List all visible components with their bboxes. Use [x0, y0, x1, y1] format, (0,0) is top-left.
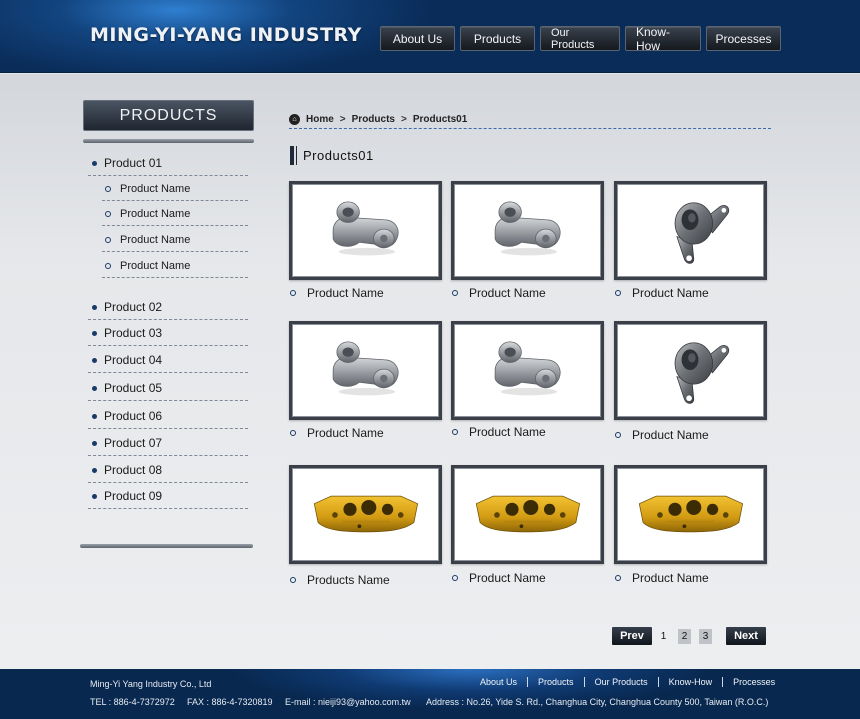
product-name-label[interactable]: Product Name	[451, 570, 603, 586]
sidebar-item-product-01[interactable]: Product 01	[88, 150, 248, 176]
sidebar-item-product-05[interactable]: Product 05	[88, 375, 248, 401]
footer-address: Address : No.26, Yide S. Rd., Changhua C…	[426, 697, 769, 707]
aluminum-casting-icon	[292, 184, 439, 277]
sidebar-item-product-08[interactable]: Product 08	[88, 457, 248, 483]
product-card[interactable]	[451, 465, 604, 564]
breadcrumb-home[interactable]: Home	[306, 114, 334, 125]
steel-bracket-icon	[617, 324, 764, 417]
breadcrumb-separator: >	[400, 113, 407, 125]
aluminum-casting-icon	[454, 324, 601, 417]
product-name-label[interactable]: Products Name	[289, 572, 441, 588]
nav-our-products[interactable]: Our Products	[540, 26, 620, 51]
footer-link-about-us[interactable]: About Us	[470, 677, 527, 687]
sidebar-bottom-divider	[80, 544, 253, 548]
product-name-label[interactable]: Product Name	[614, 570, 766, 586]
breadcrumb-current: Products01	[412, 113, 468, 125]
next-button[interactable]: Next	[726, 627, 766, 645]
brake-caliper-icon	[617, 468, 764, 561]
footer-link-processes[interactable]: Processes	[723, 677, 785, 687]
product-card[interactable]	[289, 465, 442, 564]
footer-link-products[interactable]: Products	[528, 677, 584, 687]
product-name-label[interactable]: Product Name	[614, 285, 766, 301]
product-card[interactable]	[614, 181, 767, 280]
product-card[interactable]	[289, 321, 442, 420]
sidebar-item-product-07[interactable]: Product 07	[88, 430, 248, 456]
nav-about-us[interactable]: About Us	[380, 26, 455, 51]
nav-know-how[interactable]: Know-How	[625, 25, 701, 53]
footer-email[interactable]: E-mail : nieiji93@yahoo.com.tw	[285, 697, 426, 707]
nav-processes[interactable]: Processes	[706, 26, 781, 51]
product-name-label[interactable]: Product Name	[451, 424, 603, 440]
prev-button[interactable]: Prev	[612, 627, 652, 645]
product-card[interactable]	[614, 465, 767, 564]
aluminum-casting-icon	[292, 324, 439, 417]
sidebar-subitem[interactable]: Product Name	[102, 254, 248, 278]
footer: Ming-Yi Yang Industry Co., Ltd About Us …	[0, 669, 860, 719]
product-card[interactable]	[451, 321, 604, 420]
site-logo[interactable]: MING-YI-YANG INDUSTRY	[90, 24, 362, 46]
steel-bracket-icon	[617, 184, 764, 277]
page-1[interactable]: 1	[657, 629, 670, 644]
sidebar-subitem[interactable]: Product Name	[102, 228, 248, 252]
breadcrumb-products[interactable]: Products	[352, 114, 395, 125]
footer-company: Ming-Yi Yang Industry Co., Ltd	[90, 679, 212, 689]
breadcrumb: ⌂ Home > Products > Products01	[289, 110, 771, 129]
sidebar-subitem[interactable]: Product Name	[102, 177, 248, 201]
product-name-label[interactable]: Product Name	[289, 285, 441, 301]
section-marker-icon	[290, 146, 297, 165]
page-2[interactable]: 2	[678, 629, 691, 644]
sidebar-divider	[83, 139, 254, 143]
product-name-label[interactable]: Product Name	[451, 285, 603, 301]
nav-products[interactable]: Products	[460, 26, 535, 51]
sidebar-item-product-09[interactable]: Product 09	[88, 483, 248, 509]
sidebar-item-product-06[interactable]: Product 06	[88, 403, 248, 429]
sidebar-title: PRODUCTS	[83, 100, 254, 131]
header: MING-YI-YANG INDUSTRY About Us Products …	[0, 0, 860, 73]
product-card[interactable]	[614, 321, 767, 420]
footer-contact: TEL : 886-4-7372972 FAX : 886-4-7320819 …	[90, 697, 768, 707]
section-title-text: Products01	[303, 148, 374, 163]
section-title: Products01	[290, 146, 374, 165]
sidebar-item-product-04[interactable]: Product 04	[88, 347, 248, 373]
brake-caliper-icon	[454, 468, 601, 561]
product-card[interactable]	[289, 181, 442, 280]
footer-fax: FAX : 886-4-7320819	[187, 697, 273, 707]
sidebar-item-product-02[interactable]: Product 02	[88, 294, 248, 320]
product-card[interactable]	[451, 181, 604, 280]
sidebar-item-product-03[interactable]: Product 03	[88, 320, 248, 346]
sidebar-subitem[interactable]: Product Name	[102, 202, 248, 226]
brake-caliper-icon	[292, 468, 439, 561]
home-icon[interactable]: ⌂	[289, 113, 300, 125]
top-nav: About Us Products Our Products Know-How …	[380, 25, 781, 53]
page-3[interactable]: 3	[699, 629, 712, 644]
footer-link-know-how[interactable]: Know-How	[659, 677, 723, 687]
breadcrumb-separator: >	[339, 113, 346, 125]
footer-link-our-products[interactable]: Our Products	[585, 677, 658, 687]
aluminum-casting-icon	[454, 184, 601, 277]
footer-nav: About Us Products Our Products Know-How …	[470, 677, 785, 687]
product-name-label[interactable]: Product Name	[289, 425, 441, 441]
product-name-label[interactable]: Product Name	[614, 427, 766, 443]
footer-tel: TEL : 886-4-7372972	[90, 697, 175, 707]
